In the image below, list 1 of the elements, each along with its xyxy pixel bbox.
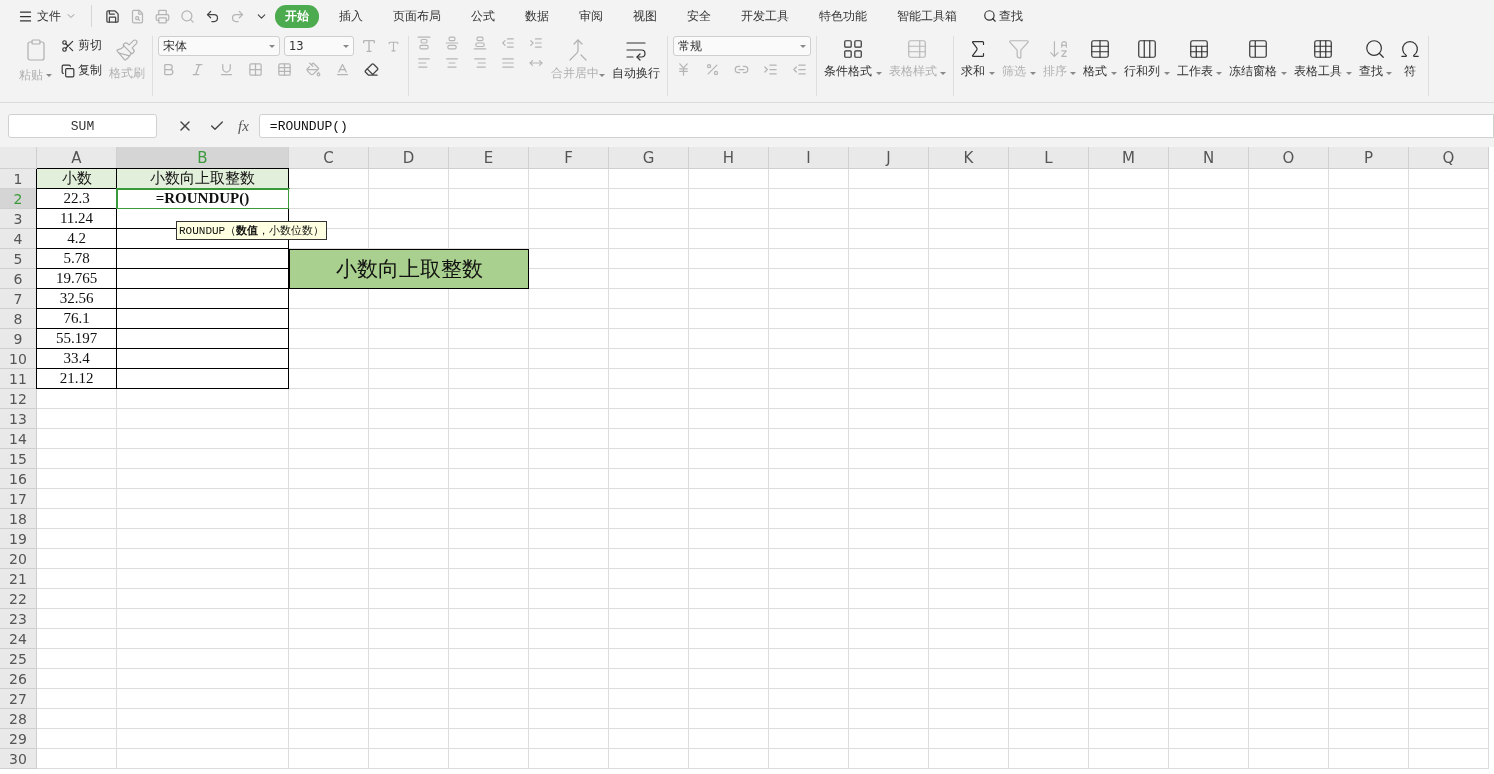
- function-tooltip: ROUNDUP（数值，小数位数）: [176, 221, 328, 240]
